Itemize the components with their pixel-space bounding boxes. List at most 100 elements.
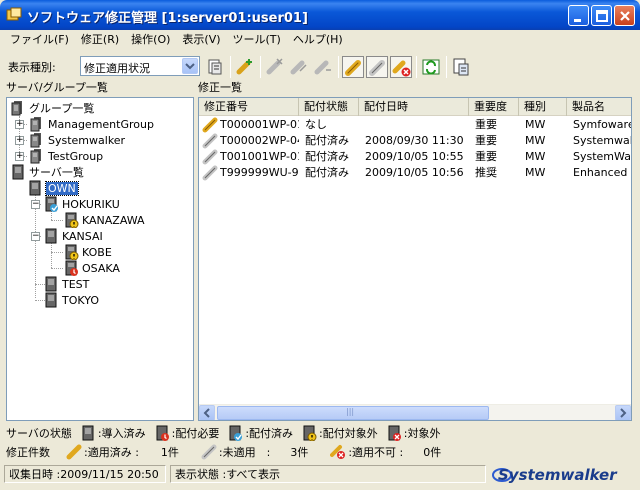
tree-item-testgroup[interactable]: TestGroup [29,148,103,164]
server-group-icon [30,117,41,132]
menu-tools[interactable]: ツール(T) [227,30,287,50]
cell-product: Enhanced S [573,166,632,179]
cell-dist-state: なし [305,118,327,131]
export-button[interactable] [450,56,472,78]
close-icon [620,11,630,21]
tree-item-systemwalker[interactable]: Systemwalker [29,132,125,148]
menu-view[interactable]: 表示(V) [176,30,226,50]
menu-operation[interactable]: 操作(O) [125,30,176,50]
expand-toggle-testgroup[interactable]: + [15,152,24,161]
server-group-pane-title: サーバ/グループ一覧 [6,81,108,94]
legend-not-applicable-label: :適用不可 : [348,446,404,459]
close-button[interactable] [614,5,635,26]
title-bar[interactable]: ソフトウェア修正管理 [1:server01:user01] [0,0,640,30]
filter-not-applicable-button[interactable] [390,56,412,78]
cell-kind: MW [525,166,546,179]
scroll-left-button[interactable] [199,405,215,420]
tree-item-test[interactable]: TEST [43,276,89,292]
cell-patch-id: T000002WP-04 [220,134,299,147]
tree-group-root[interactable]: グループ一覧 [10,100,94,116]
minimize-button[interactable] [568,5,589,26]
patch-action-button[interactable] [288,56,310,78]
server-label: KANAZAWA [82,213,145,227]
cell-product: Symfoware [573,118,632,131]
server-label: TOKYO [62,293,99,307]
column-header-kind[interactable]: 種別 [519,98,567,116]
filter-unapplied-button[interactable] [366,56,388,78]
server-group-tree[interactable]: グループ一覧 + ManagementGroup + Systemwalker … [6,97,194,421]
patch-tool-button[interactable] [312,56,334,78]
horizontal-scrollbar[interactable]: ||| [199,404,631,420]
server-dist-needed-icon [156,425,169,441]
server-icon [45,228,57,244]
server-icon [45,292,57,308]
maximize-button[interactable] [591,5,612,26]
tree-item-own[interactable]: OWN [27,180,79,196]
delete-patch-button[interactable] [264,56,286,78]
tree-item-kobe[interactable]: KOBE [63,244,112,260]
table-row[interactable]: T000002WP-04 配付済み 2008/09/30 11:30 重要 MW… [199,133,631,149]
display-type-select[interactable]: 修正適用状況 [80,56,200,76]
server-out-of-scope-icon [388,425,401,441]
tree-server-root[interactable]: サーバ一覧 [10,164,84,180]
patch-list[interactable]: 修正番号 配付状態 配付日時 重要度 種別 製品名 T000001WP-01 な… [198,97,632,421]
scroll-right-button[interactable] [615,405,631,420]
column-header-importance[interactable]: 重要度 [469,98,519,116]
column-header-product[interactable]: 製品名 [567,98,631,116]
patch-list-pane-title: 修正一覧 [198,81,242,94]
tree-item-hokuriku[interactable]: HOKURIKU [43,196,120,212]
cell-importance: 重要 [475,134,497,147]
server-not-target-icon [65,244,79,260]
server-icon [29,180,41,196]
unapplied-patch-icon [202,149,218,165]
cell-dist-date: 2009/10/05 10:55 [365,150,464,163]
patch-count-legend: 修正件数 :適用済み : 1件 :未適用 : 3件 :適用不可 : 0件 [6,443,634,461]
app-icon [6,7,22,21]
table-row[interactable]: T000001WP-01 なし 重要 MW Symfoware [199,117,632,133]
unapplied-patch-icon [202,165,218,181]
expand-toggle-hokuriku[interactable]: − [31,200,40,209]
column-header-patch-id[interactable]: 修正番号 [199,98,299,116]
server-dist-needed-icon [65,260,78,276]
expand-toggle-systemwalker[interactable]: + [15,136,24,145]
cell-kind: MW [525,118,546,131]
collected-time: 収集日時 :2009/11/15 20:50 [4,465,166,483]
refresh-button[interactable] [420,56,442,78]
scroll-thumb[interactable]: ||| [217,406,489,420]
legend-not-applicable-count: 0件 [423,446,442,459]
server-root-label: サーバ一覧 [29,166,84,179]
server-not-target-icon [65,212,79,228]
server-not-target-icon [303,425,317,441]
cell-importance: 重要 [475,118,497,131]
expand-toggle-kansai[interactable]: − [31,232,40,241]
tree-item-managementgroup[interactable]: ManagementGroup [29,116,154,132]
legend-not-target: :配付対象外 [319,427,378,440]
chevron-right-icon [620,408,627,418]
filter-applied-button[interactable] [342,56,364,78]
server-group-icon [30,149,41,164]
legend-target-out: :対象外 [403,427,441,440]
scroll-grip: ||| [346,407,355,416]
not-applicable-patch-icon [392,60,411,77]
menu-patch[interactable]: 修正(R) [75,30,125,50]
column-header-dist-date[interactable]: 配付日時 [359,98,469,116]
menu-file[interactable]: ファイル(F) [4,30,75,50]
tree-item-tokyo[interactable]: TOKYO [43,292,99,308]
expand-toggle-managementgroup[interactable]: + [15,120,24,129]
menu-help[interactable]: ヘルプ(H) [287,30,349,50]
cell-dist-state: 配付済み [305,166,349,179]
properties-button[interactable] [204,56,226,78]
chevron-down-icon[interactable] [182,58,198,74]
table-row[interactable]: T999999WU-99 配付済み 2009/10/05 10:56 推奨 MW… [199,165,632,181]
tree-item-kansai[interactable]: KANSAI [43,228,103,244]
add-patch-button[interactable] [234,56,256,78]
tree-item-kanazawa[interactable]: KANAZAWA [63,212,145,228]
server-status-label: サーバの状態 [6,427,72,440]
column-header-dist-state[interactable]: 配付状態 [299,98,359,116]
tree-item-osaka[interactable]: OSAKA [63,260,120,276]
systemwalker-logo: Systemwalker [492,466,617,484]
table-row[interactable]: T001001WP-01 配付済み 2009/10/05 10:55 重要 MW… [199,149,631,165]
cell-patch-id: T999999WU-99 [220,166,299,179]
own-server-label: OWN [45,180,79,196]
export-icon [453,58,469,76]
